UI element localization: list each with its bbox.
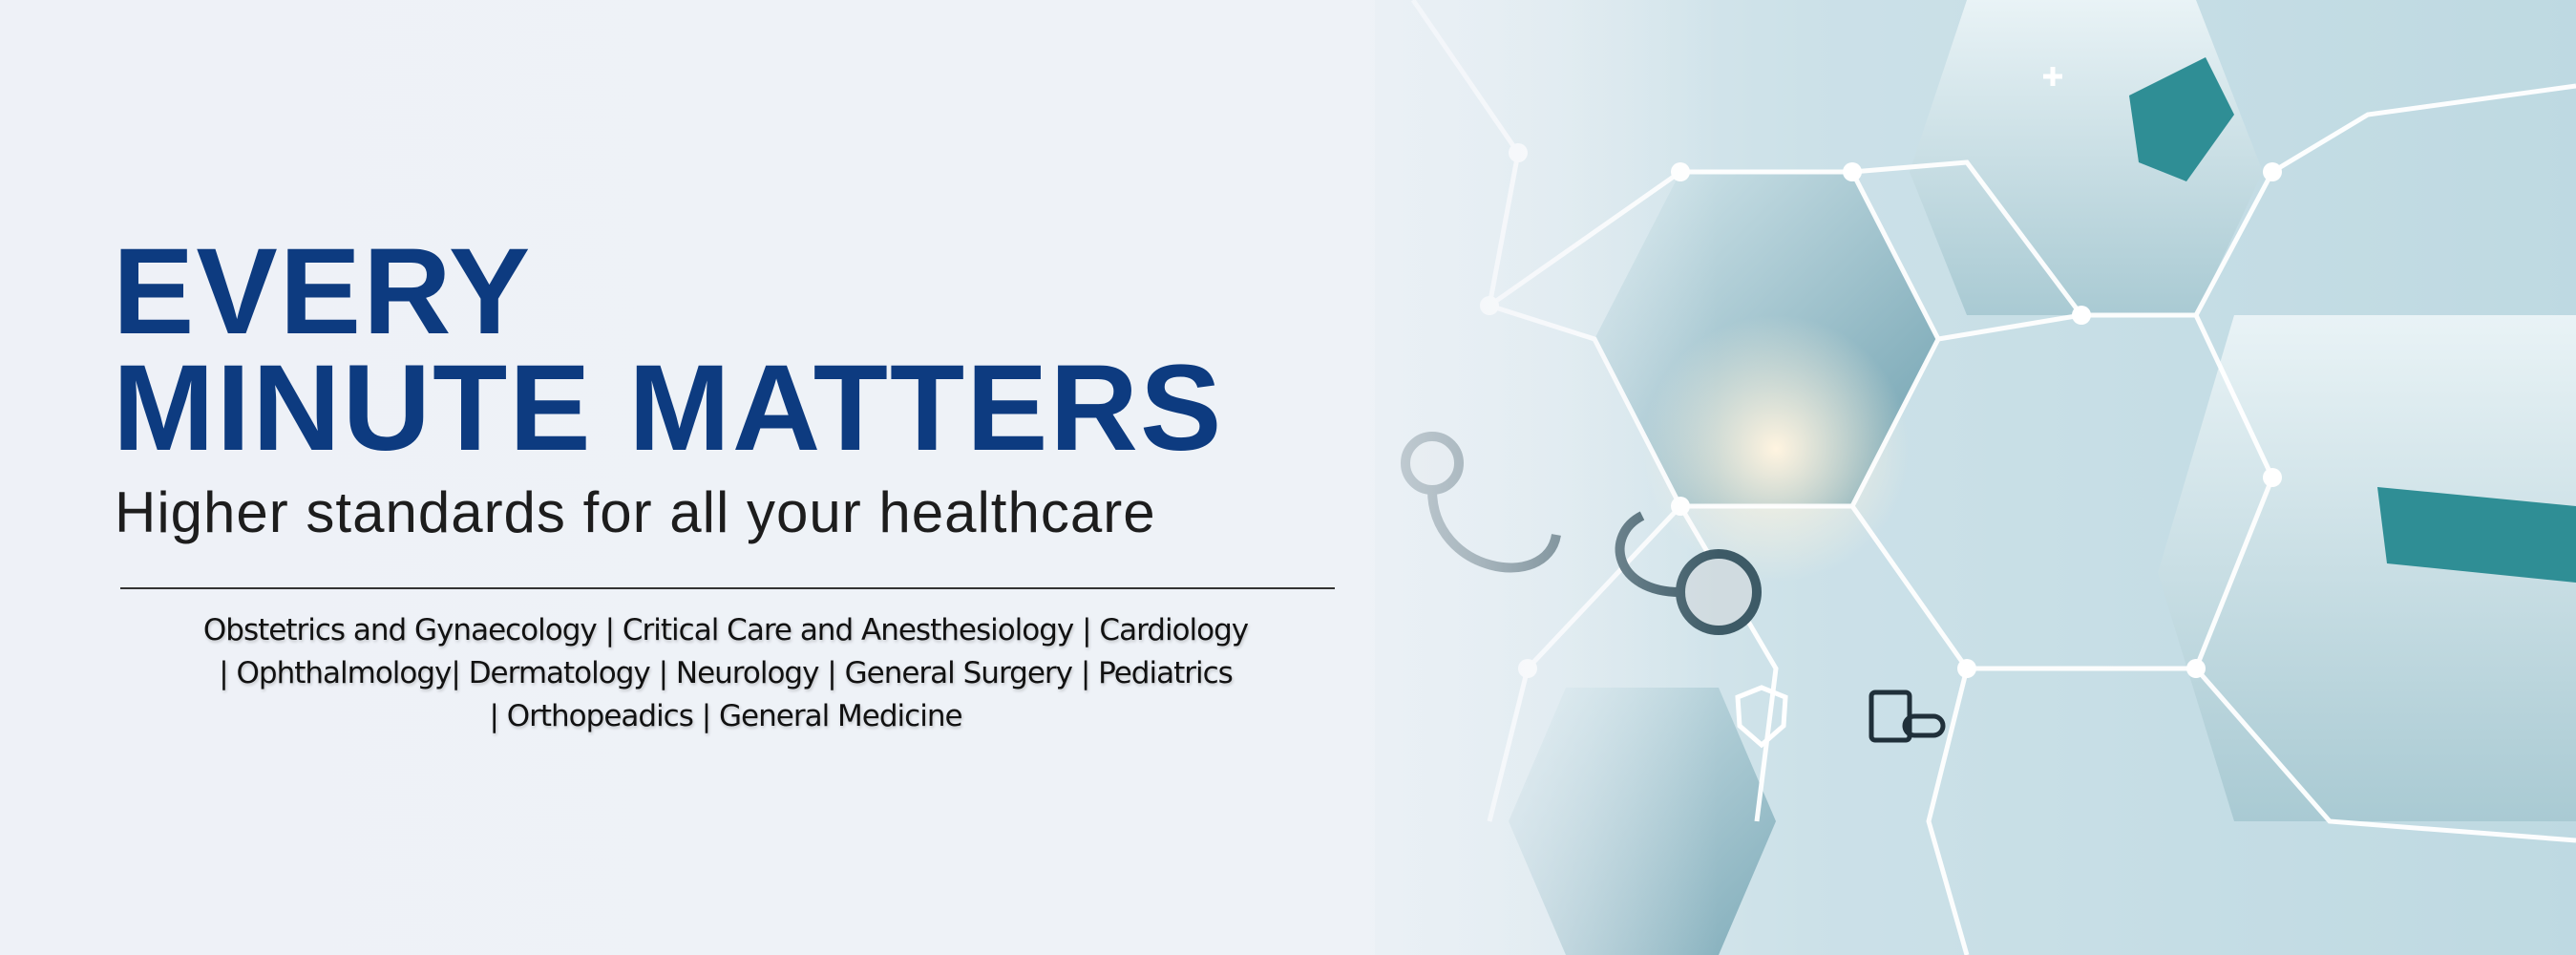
subtitle: Higher standards for all your healthcare	[115, 480, 1156, 544]
headline: EVERY MINUTE MATTERS	[113, 231, 1223, 470]
specialties-line: | Ophthalmology| Dermatology | Neurology…	[219, 656, 1234, 690]
headline-line-2: MINUTE MATTERS	[113, 340, 1224, 477]
divider	[120, 587, 1335, 589]
left-fade-overlay	[1241, 0, 1719, 955]
specialties-list: Obstetrics and Gynaecology | Critical Ca…	[105, 609, 1346, 738]
specialties-line: Obstetrics and Gynaecology | Critical Ca…	[202, 613, 1249, 647]
specialties-line: | Orthopeadics | General Medicine	[489, 699, 962, 733]
hexagon-photo-topright	[1910, 0, 2263, 315]
